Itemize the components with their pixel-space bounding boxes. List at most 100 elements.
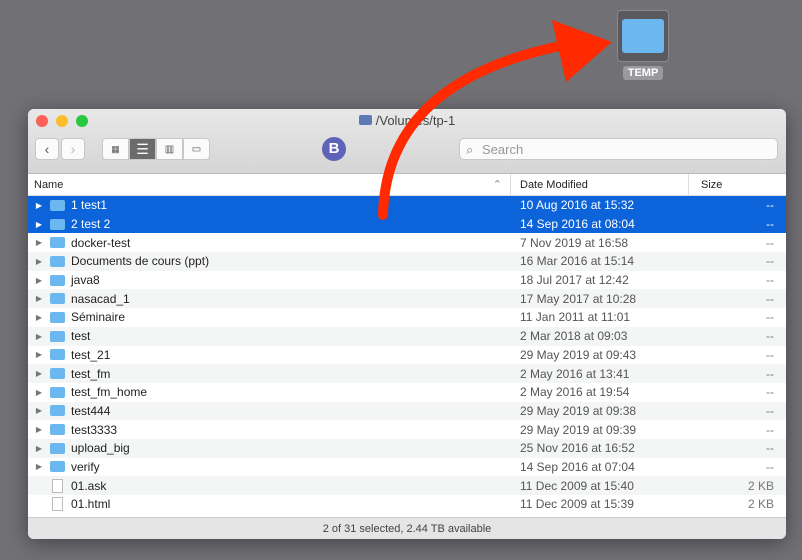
bbedit-icon[interactable]: B	[322, 137, 346, 161]
file-date: 29 May 2019 at 09:39	[520, 422, 637, 437]
file-date: 29 May 2019 at 09:43	[520, 347, 637, 362]
file-date: 16 Mar 2016 at 15:14	[520, 254, 635, 269]
file-size: --	[766, 198, 774, 213]
file-icon	[52, 497, 63, 512]
forward-button[interactable]: ›	[61, 138, 85, 160]
file-size: 2 KB	[747, 497, 774, 512]
column-name[interactable]: Name ⌃	[28, 174, 511, 195]
file-name: docker-test	[71, 235, 131, 250]
file-name: test	[71, 329, 91, 344]
folder-icon	[50, 255, 65, 267]
column-view-button[interactable]: ▥	[156, 138, 183, 160]
disclosure-triangle-icon[interactable]: ▶	[28, 406, 50, 415]
file-size: --	[766, 403, 774, 418]
file-row[interactable]: ▶ test3333 29 May 2019 at 09:39 --	[28, 420, 786, 439]
file-name: nasacad_1	[71, 291, 130, 306]
folder-icon	[50, 368, 65, 380]
folder-icon	[50, 237, 65, 249]
drive-icon	[358, 115, 372, 125]
file-date: 14 Sep 2016 at 07:04	[520, 459, 635, 474]
file-date: 25 Nov 2016 at 16:52	[520, 441, 635, 456]
file-icon	[52, 478, 63, 493]
disclosure-triangle-icon[interactable]: ▶	[28, 369, 50, 378]
file-row[interactable]: ▶ docker-test 7 Nov 2019 at 16:58 --	[28, 233, 786, 252]
folder-icon	[50, 330, 65, 342]
column-date[interactable]: Date Modified	[511, 174, 689, 195]
file-row[interactable]: ▶ 1 test1 10 Aug 2016 at 15:32 --	[28, 196, 786, 215]
folder-icon	[50, 461, 65, 473]
file-size: --	[766, 310, 774, 325]
file-name: upload_big	[71, 441, 130, 456]
file-row[interactable]: ▶ test444 29 May 2019 at 09:38 --	[28, 401, 786, 421]
file-date: 11 Dec 2009 at 15:39	[520, 497, 634, 512]
file-date: 2 May 2016 at 19:54	[520, 385, 630, 400]
file-size: --	[766, 273, 774, 288]
file-name: test3333	[71, 422, 118, 437]
file-size: --	[766, 441, 774, 456]
disclosure-triangle-icon[interactable]: ▶	[28, 238, 50, 247]
back-button[interactable]: ‹	[35, 138, 59, 160]
folder-icon	[50, 293, 65, 305]
file-row[interactable]: ▶ test_21 29 May 2019 at 09:43 --	[28, 346, 786, 365]
file-size: --	[766, 385, 774, 400]
desktop-folder-temp[interactable]: TEMP	[617, 10, 669, 80]
disclosure-triangle-icon[interactable]: ▶	[28, 462, 50, 471]
disclosure-triangle-icon[interactable]: ▶	[28, 276, 50, 285]
file-size: --	[766, 459, 774, 474]
file-name: 01.ask	[71, 478, 107, 493]
file-row[interactable]: ▶ Séminaire 11 Jan 2011 at 11:01 --	[28, 308, 786, 327]
file-row[interactable]: ▶ nasacad_1 17 May 2017 at 10:28 --	[28, 289, 786, 309]
file-row[interactable]: ▶ upload_big 25 Nov 2016 at 16:52 --	[28, 438, 786, 458]
file-date: 10 Aug 2016 at 15:32	[520, 198, 635, 213]
file-size: 2 KB	[747, 478, 774, 493]
file-row[interactable]: ▶ java8 18 Jul 2017 at 12:42 --	[28, 271, 786, 290]
gallery-view-button[interactable]: ▭	[183, 138, 210, 160]
folder-icon	[50, 274, 65, 286]
file-date: 14 Sep 2016 at 08:04	[520, 217, 635, 232]
file-size: --	[766, 291, 774, 306]
list-view-button[interactable]: ☰	[129, 138, 156, 160]
folder-icon	[50, 386, 65, 398]
disclosure-triangle-icon[interactable]: ▶	[28, 350, 50, 359]
folder-icon	[50, 218, 65, 230]
disclosure-triangle-icon[interactable]: ▶	[28, 425, 50, 434]
file-date: 2 Mar 2018 at 09:03	[520, 329, 628, 344]
desktop-folder-label: TEMP	[622, 66, 664, 80]
disclosure-triangle-icon[interactable]: ▶	[28, 201, 50, 210]
file-size: --	[766, 217, 774, 232]
file-name: 2 test 2	[71, 217, 111, 232]
file-row[interactable]: ▶ verify 14 Sep 2016 at 07:04 --	[28, 458, 786, 477]
disclosure-triangle-icon[interactable]: ▶	[28, 294, 50, 303]
disclosure-triangle-icon[interactable]: ▶	[28, 257, 50, 266]
file-row[interactable]: 01.ask 11 Dec 2009 at 15:40 2 KB	[28, 476, 786, 495]
file-row[interactable]: ▶ Documents de cours (ppt) 16 Mar 2016 at …	[28, 252, 786, 271]
file-date: 17 May 2017 at 10:28	[520, 291, 637, 306]
disclosure-triangle-icon[interactable]: ▶	[28, 388, 50, 397]
file-date: 2 May 2016 at 13:41	[520, 366, 630, 381]
status-bar: 2 of 31 selected, 2.44 TB available	[28, 517, 786, 539]
folder-icon	[50, 349, 65, 361]
disclosure-triangle-icon[interactable]: ▶	[28, 332, 50, 341]
file-name: verify	[71, 459, 100, 474]
file-row[interactable]: ▶ 2 test 2 14 Sep 2016 at 08:04 --	[28, 214, 786, 234]
column-header: Name ⌃ Date Modified Size	[28, 174, 786, 196]
file-date: 18 Jul 2017 at 12:42	[520, 273, 629, 288]
window-title: /Volumes/tp-1	[375, 113, 456, 128]
folder-icon	[622, 19, 664, 53]
file-date: 29 May 2019 at 09:38	[520, 403, 637, 418]
disclosure-triangle-icon[interactable]: ▶	[28, 220, 50, 229]
folder-icon	[50, 424, 65, 436]
icon-view-button[interactable]: ▦	[102, 138, 129, 160]
file-row[interactable]: ▶ test_fm_home 2 May 2016 at 19:54 --	[28, 383, 786, 402]
toolbar: /Volumes/tp-1 ‹ › ▦ ☰ ▥ ▭ B ⌕ Search	[28, 109, 786, 174]
search-input[interactable]: ⌕ Search	[459, 138, 778, 160]
file-date: 7 Nov 2019 at 16:58	[520, 235, 629, 250]
file-name: java8	[71, 273, 100, 288]
file-row[interactable]: ▶ test_fm 2 May 2016 at 13:41 --	[28, 364, 786, 383]
disclosure-triangle-icon[interactable]: ▶	[28, 444, 50, 453]
disclosure-triangle-icon[interactable]: ▶	[28, 313, 50, 322]
folder-icon	[50, 199, 65, 211]
file-row[interactable]: ▶ test 2 Mar 2018 at 09:03 --	[28, 326, 786, 346]
file-row[interactable]: 01.html 11 Dec 2009 at 15:39 2 KB	[28, 495, 786, 514]
column-size[interactable]: Size	[689, 174, 786, 195]
